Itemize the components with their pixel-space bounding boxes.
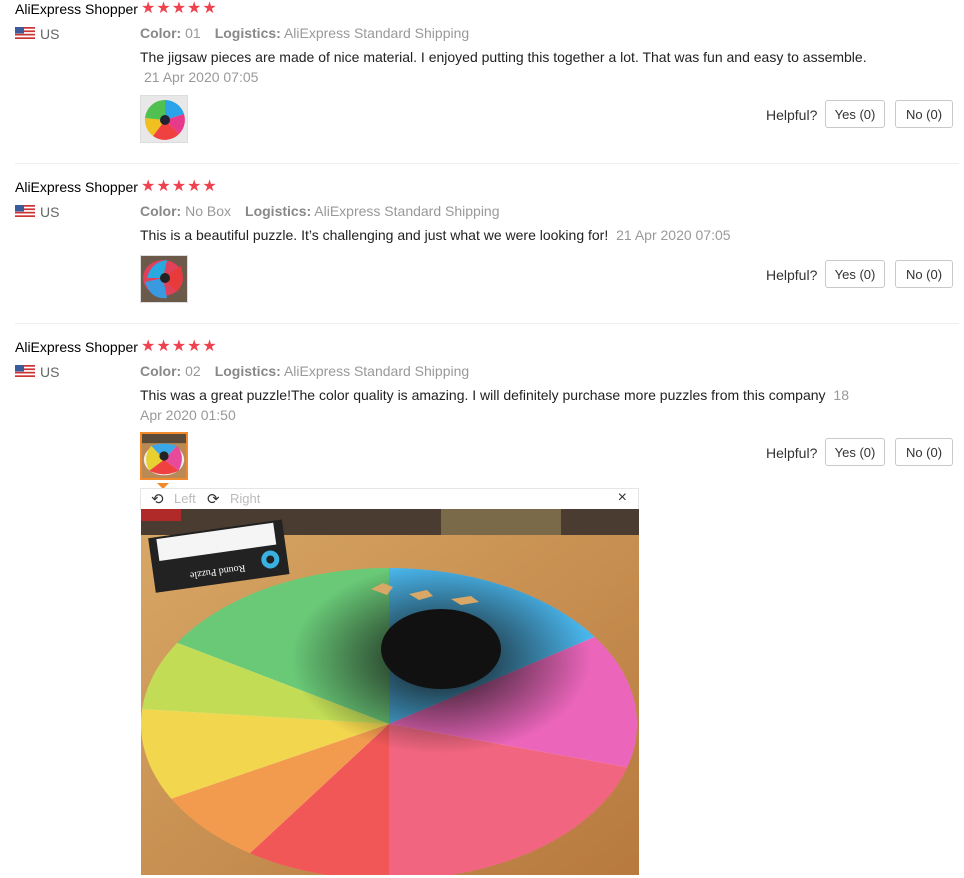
logistics-label: Logistics: — [245, 203, 312, 219]
color-label: Color: — [140, 203, 182, 219]
review-text: This was a great puzzle!The color qualit… — [140, 385, 870, 425]
review-date: 21 Apr 2020 07:05 — [616, 227, 731, 243]
review-text: This is a beautiful puzzle. It’s challen… — [140, 225, 920, 245]
logistics-value: AliExpress Standard Shipping — [283, 25, 470, 41]
puzzle-photo-image: Round Puzzle — [141, 509, 639, 875]
logistics-label: Logistics: — [214, 25, 281, 41]
review-photo-thumbnail[interactable] — [140, 95, 188, 143]
us-flag-icon — [15, 27, 35, 39]
helpful-no-button[interactable]: No (0) — [895, 260, 953, 288]
review-divider — [15, 323, 959, 324]
puzzle-thumbnail-image — [141, 96, 187, 142]
rating-stars: ★★★★★ — [141, 338, 218, 355]
review-body: This was a great puzzle!The color qualit… — [140, 387, 826, 403]
review-body: This is a beautiful puzzle. It’s challen… — [140, 227, 609, 243]
rotate-right-icon[interactable]: ⟳ — [207, 490, 220, 508]
review-meta: Color: No Box Logistics: AliExpress Stand… — [140, 203, 500, 219]
us-flag-icon — [15, 365, 35, 377]
reviewer-country: US — [40, 204, 60, 220]
rating-stars: ★★★★★ — [141, 178, 218, 195]
review-photo-thumbnail[interactable] — [140, 255, 188, 303]
rotate-right-button[interactable]: Right — [230, 491, 260, 506]
puzzle-thumbnail-image — [142, 434, 186, 478]
color-value: 02 — [185, 363, 201, 379]
review-meta: Color: 01 Logistics: AliExpress Standard … — [140, 25, 469, 41]
helpful-no-button[interactable]: No (0) — [895, 438, 953, 466]
review-photo-thumbnail[interactable] — [140, 432, 188, 480]
rotate-left-icon[interactable]: ⟲ — [151, 490, 164, 508]
review-body: The jigsaw pieces are made of nice mater… — [140, 49, 867, 65]
helpful-no-button[interactable]: No (0) — [895, 100, 953, 128]
review-photo-large: Round Puzzle — [141, 509, 639, 875]
logistics-value: AliExpress Standard Shipping — [314, 203, 500, 219]
helpful-label: Helpful? — [766, 267, 818, 283]
reviewer-country: US — [40, 364, 60, 380]
helpful-yes-button[interactable]: Yes (0) — [825, 438, 885, 466]
us-flag-icon — [15, 205, 35, 217]
review-date: 21 Apr 2020 07:05 — [144, 69, 259, 85]
helpful-yes-button[interactable]: Yes (0) — [825, 100, 885, 128]
image-viewer-toolbar: ⟲ Left ⟳ Right × — [140, 488, 639, 510]
reviewer-country: US — [40, 26, 60, 42]
review-meta: Color: 02 Logistics: AliExpress Standard … — [140, 363, 469, 379]
review-divider — [15, 163, 959, 164]
review-text: The jigsaw pieces are made of nice mater… — [140, 47, 900, 87]
color-value: 01 — [185, 25, 201, 41]
logistics-value: AliExpress Standard Shipping — [283, 363, 470, 379]
rotate-left-button[interactable]: Left — [174, 491, 196, 506]
reviewer-name: AliExpress Shopper — [15, 339, 138, 355]
rating-stars: ★★★★★ — [141, 0, 218, 17]
logistics-label: Logistics: — [214, 363, 281, 379]
close-icon[interactable]: × — [618, 489, 627, 507]
reviewer-name: AliExpress Shopper — [15, 1, 138, 17]
helpful-label: Helpful? — [766, 445, 818, 461]
reviewer-name: AliExpress Shopper — [15, 179, 138, 195]
helpful-label: Helpful? — [766, 107, 818, 123]
color-value: No Box — [185, 203, 232, 219]
color-label: Color: — [140, 25, 182, 41]
puzzle-thumbnail-image — [141, 256, 187, 302]
color-label: Color: — [140, 363, 182, 379]
helpful-yes-button[interactable]: Yes (0) — [825, 260, 885, 288]
